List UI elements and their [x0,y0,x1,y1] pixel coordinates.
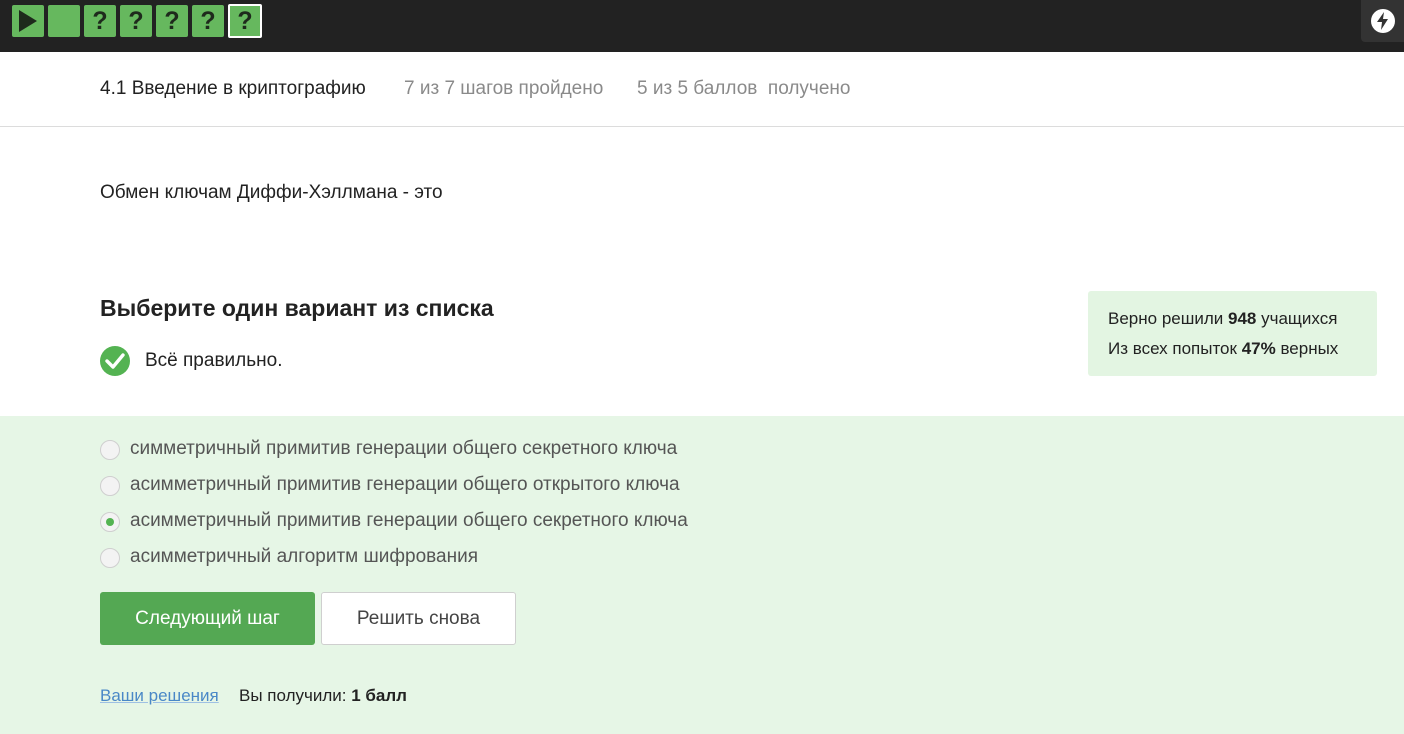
score-text: Вы получили: 1 балл [239,686,407,705]
step-quiz-3[interactable]: ? [156,5,188,37]
radio-button[interactable] [100,440,120,460]
option-label: асимметричный примитив генерации общего … [130,510,688,531]
lesson-steps-progress: 7 из 7 шагов пройдено [404,78,604,99]
lesson-header: 4.1 Введение в криптографию 7 из 7 шагов… [0,52,1404,127]
lesson-title[interactable]: 4.1 Введение в криптографию [100,78,366,100]
step-bar: ? ? ? ? ? [0,0,1404,52]
play-icon [19,10,37,32]
step-text[interactable] [48,5,80,37]
next-step-button[interactable]: Следующий шаг [100,592,315,645]
option-label: асимметричный примитив генерации общего … [130,474,680,495]
radio-button[interactable] [100,476,120,496]
your-solutions-link[interactable]: Ваши решения [100,686,219,706]
instruction-title: Выберите один вариант из списка [100,295,494,321]
step-quiz-2[interactable]: ? [120,5,152,37]
question-text: Обмен ключам Диффи-Хэллмана - это [100,182,443,203]
step-quiz-current[interactable]: ? [228,4,262,38]
radio-button[interactable] [100,548,120,568]
step-video[interactable] [12,5,44,37]
stats-box: Верно решили 948 учащихся Из всех попыто… [1088,291,1377,376]
result-text: Всё правильно. [145,350,283,371]
step-quiz-1[interactable]: ? [84,5,116,37]
step-quiz-4[interactable]: ? [192,5,224,37]
check-circle-icon [100,346,130,376]
radio-button-selected[interactable] [100,512,120,532]
option-label: симметричный примитив генерации общего с… [130,438,678,459]
retry-button[interactable]: Решить снова [321,592,516,645]
bolt-icon [1371,9,1395,33]
stats-attempts: Из всех попыток 47% верных [1108,339,1339,358]
option-label: асимметричный алгоритм шифрования [130,546,478,567]
stats-solved: Верно решили 948 учащихся [1108,309,1338,328]
bolt-button[interactable] [1361,0,1404,42]
lesson-points-progress: 5 из 5 баллов получено [637,78,851,99]
